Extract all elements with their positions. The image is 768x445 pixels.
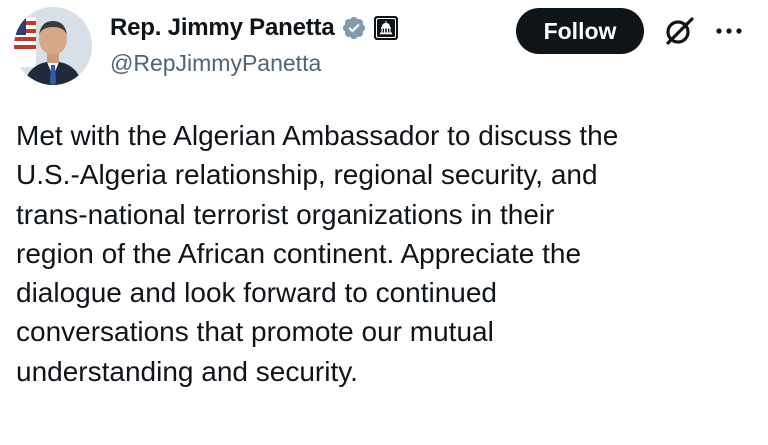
more-horizontal-icon[interactable]	[712, 18, 746, 44]
display-name[interactable]: Rep. Jimmy Panetta	[110, 14, 335, 42]
tweet-text-line: region of the African continent. Appreci…	[16, 237, 582, 269]
grok-icon[interactable]	[662, 14, 696, 48]
tweet-text: Met with the Algerian Ambassador to disc…	[16, 116, 756, 391]
tweet-text-line: U.S.-Algeria relationship, regional secu…	[16, 159, 598, 191]
tweet-text-line: dialogue and look forward to continued	[16, 277, 498, 309]
tweet-text-line: Met with the Algerian Ambassador to disc…	[16, 120, 619, 151]
name-row: Rep. Jimmy Panetta	[110, 10, 399, 46]
tweet-text-line: understanding and security.	[16, 355, 358, 387]
us-capitol-icon[interactable]	[374, 16, 399, 40]
tweet-header: Rep. Jimmy Panetta @RepJimmyPanetta Foll…	[0, 0, 768, 100]
tweet-text-line: conversations that promote our mutual	[16, 316, 494, 348]
verified-badge-icon[interactable]	[341, 15, 367, 41]
follow-button[interactable]: Follow	[516, 8, 644, 54]
tweet-text-line: trans-national terrorist organizations i…	[16, 198, 555, 230]
avatar[interactable]	[14, 7, 92, 85]
account-handle[interactable]: @RepJimmyPanetta	[110, 50, 321, 77]
